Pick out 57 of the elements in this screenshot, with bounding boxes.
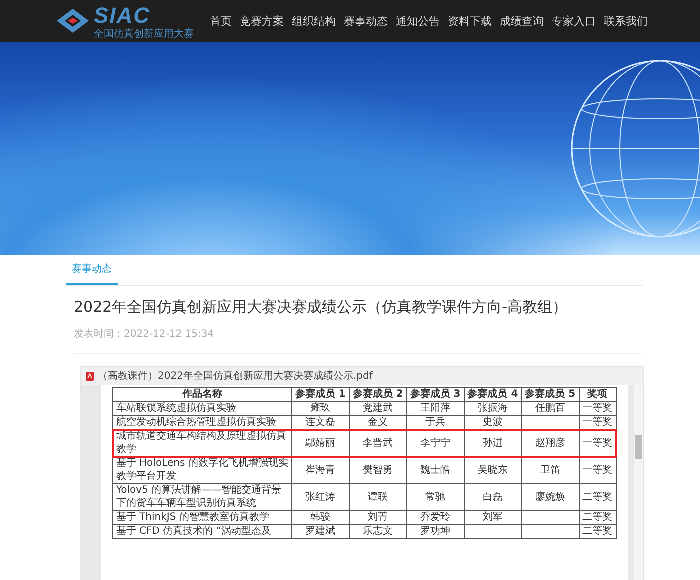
table-cell: 一等奖 xyxy=(579,456,616,484)
logo-subtitle: 全国仿真创新应用大赛 xyxy=(94,30,194,40)
table-cell: Yolov5 的算法讲解——智能交通背景下的货车车辆车型识别仿真系统 xyxy=(112,484,292,510)
table-cell: 基于 CFD 仿真技术的 “涡动型态及 xyxy=(112,524,292,538)
table-cell: 刘菁 xyxy=(349,510,407,524)
table-cell: 一等奖 xyxy=(579,402,616,416)
scrollbar[interactable] xyxy=(634,385,643,580)
table-cell: 张红涛 xyxy=(292,484,350,510)
nav-link[interactable]: 资料下载 xyxy=(448,14,492,28)
nav-link[interactable]: 赛事动态 xyxy=(344,14,388,28)
nav-link[interactable]: 成绩查询 xyxy=(500,14,544,28)
nav-link[interactable]: 专家入口 xyxy=(552,14,596,28)
logo-text: SIAC xyxy=(94,2,152,28)
table-cell: 罗建斌 xyxy=(292,524,350,538)
table-cell: 卫笛 xyxy=(522,456,580,484)
table-cell: 瘫玖 xyxy=(292,402,350,416)
nav-link[interactable]: 竞赛方案 xyxy=(240,14,284,28)
logo-icon xyxy=(56,8,90,34)
table-cell: 常驰 xyxy=(406,484,464,510)
nav-link[interactable]: 组织结构 xyxy=(292,14,336,28)
table-cell: 二等奖 xyxy=(579,510,616,524)
table-cell: 基于 HoloLens 的数字化飞机增强现实教学平台开发 xyxy=(112,456,292,484)
table-cell: 车站联锁系统虚拟仿真实验 xyxy=(112,402,292,416)
column-header: 参赛成员 5 xyxy=(522,388,580,402)
table-cell: 白磊 xyxy=(464,484,522,510)
pdf-file-icon xyxy=(86,372,94,380)
table-cell: 二等奖 xyxy=(579,524,616,538)
column-header: 参赛成员 4 xyxy=(464,388,522,402)
table-cell: 樊智勇 xyxy=(349,456,407,484)
table-cell: 廖婉焕 xyxy=(522,484,580,510)
nav-link[interactable]: 联系我们 xyxy=(604,14,648,28)
table-cell: 谭联 xyxy=(349,484,407,510)
table-cell: 韩骏 xyxy=(292,510,350,524)
table-cell: 航空发动机综合热管理虚拟仿真实验 xyxy=(112,416,292,430)
table-cell: 罗功坤 xyxy=(406,524,464,538)
table-cell: 乐志文 xyxy=(349,524,407,538)
table-cell: 基于 ThinkJS 的智慧教室仿真教学 xyxy=(112,510,292,524)
table-cell: 魏士皓 xyxy=(406,456,464,484)
publish-date: 发表时间：2022-12-12 15:34 xyxy=(74,328,216,341)
column-header: 参赛成员 1 xyxy=(292,388,350,402)
nav-link[interactable]: 通知公告 xyxy=(396,14,440,28)
column-header: 参赛成员 3 xyxy=(406,388,464,402)
table-cell: 刘军 xyxy=(464,510,522,524)
table-cell: 党建武 xyxy=(349,402,407,416)
table-cell: 乔爱玲 xyxy=(406,510,464,524)
table-cell: 张振海 xyxy=(464,402,522,416)
table-cell: 王阳萍 xyxy=(406,402,464,416)
table-cell: 二等奖 xyxy=(579,484,616,510)
nav-link[interactable]: 首页 xyxy=(210,14,232,28)
table-cell: 任鹏百 xyxy=(522,402,580,416)
pdf-file-name: （高教课件）2022年全国仿真创新应用大赛决赛成绩公示.pdf xyxy=(98,370,373,383)
table-cell: 吴晓东 xyxy=(464,456,522,484)
column-header: 作品名称 xyxy=(112,388,292,402)
column-header: 参赛成员 2 xyxy=(349,388,407,402)
column-header: 奖项 xyxy=(579,388,616,402)
table-cell: 崔海青 xyxy=(292,456,350,484)
article-title: 2022年全国仿真创新应用大赛决赛成绩公示（仿真教学课件方向-高教组） xyxy=(74,298,569,317)
